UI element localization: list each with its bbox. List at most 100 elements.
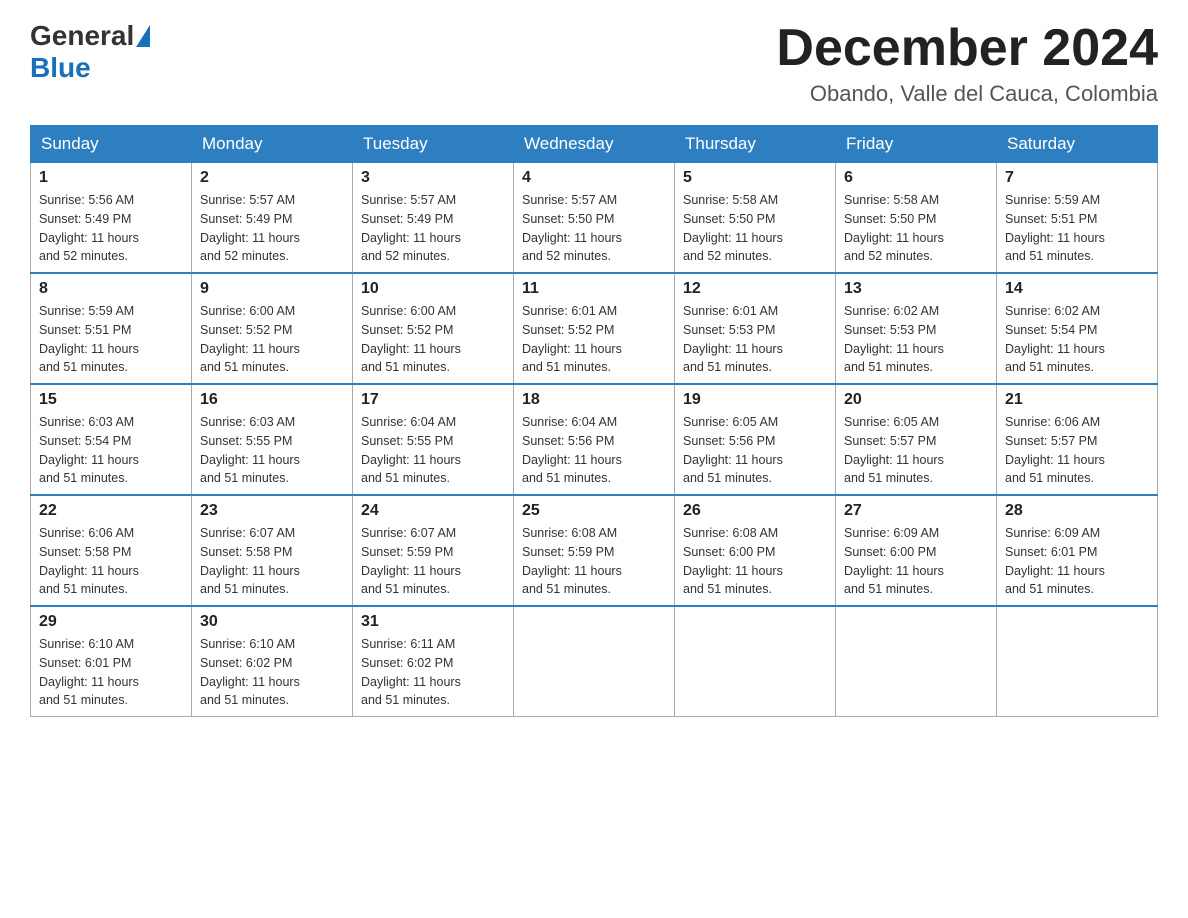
day-number: 11 (522, 280, 666, 298)
day-info: Sunrise: 5:59 AM Sunset: 5:51 PM Dayligh… (1005, 191, 1149, 266)
day-info: Sunrise: 6:01 AM Sunset: 5:53 PM Dayligh… (683, 302, 827, 377)
day-info: Sunrise: 6:06 AM Sunset: 5:58 PM Dayligh… (39, 524, 183, 599)
calendar-cell: 5 Sunrise: 5:58 AM Sunset: 5:50 PM Dayli… (675, 163, 836, 274)
logo-blue-text: Blue (30, 52, 91, 83)
title-section: December 2024 Obando, Valle del Cauca, C… (776, 20, 1158, 107)
day-number: 22 (39, 502, 183, 520)
day-number: 4 (522, 169, 666, 187)
calendar-cell: 26 Sunrise: 6:08 AM Sunset: 6:00 PM Dayl… (675, 495, 836, 606)
day-info: Sunrise: 6:04 AM Sunset: 5:55 PM Dayligh… (361, 413, 505, 488)
day-number: 13 (844, 280, 988, 298)
day-number: 17 (361, 391, 505, 409)
day-number: 9 (200, 280, 344, 298)
col-wednesday: Wednesday (514, 126, 675, 163)
day-number: 25 (522, 502, 666, 520)
calendar-cell: 3 Sunrise: 5:57 AM Sunset: 5:49 PM Dayli… (353, 163, 514, 274)
day-info: Sunrise: 6:09 AM Sunset: 6:00 PM Dayligh… (844, 524, 988, 599)
calendar-cell: 8 Sunrise: 5:59 AM Sunset: 5:51 PM Dayli… (31, 273, 192, 384)
day-number: 24 (361, 502, 505, 520)
day-info: Sunrise: 5:59 AM Sunset: 5:51 PM Dayligh… (39, 302, 183, 377)
calendar-cell: 13 Sunrise: 6:02 AM Sunset: 5:53 PM Dayl… (836, 273, 997, 384)
calendar-cell: 27 Sunrise: 6:09 AM Sunset: 6:00 PM Dayl… (836, 495, 997, 606)
calendar-header: Sunday Monday Tuesday Wednesday Thursday… (31, 126, 1158, 163)
day-number: 14 (1005, 280, 1149, 298)
col-sunday: Sunday (31, 126, 192, 163)
day-info: Sunrise: 6:08 AM Sunset: 6:00 PM Dayligh… (683, 524, 827, 599)
day-info: Sunrise: 6:07 AM Sunset: 5:59 PM Dayligh… (361, 524, 505, 599)
day-info: Sunrise: 6:03 AM Sunset: 5:55 PM Dayligh… (200, 413, 344, 488)
day-info: Sunrise: 5:58 AM Sunset: 5:50 PM Dayligh… (683, 191, 827, 266)
calendar-cell: 23 Sunrise: 6:07 AM Sunset: 5:58 PM Dayl… (192, 495, 353, 606)
col-tuesday: Tuesday (353, 126, 514, 163)
calendar-cell: 24 Sunrise: 6:07 AM Sunset: 5:59 PM Dayl… (353, 495, 514, 606)
month-title: December 2024 (776, 20, 1158, 77)
col-friday: Friday (836, 126, 997, 163)
calendar-cell: 2 Sunrise: 5:57 AM Sunset: 5:49 PM Dayli… (192, 163, 353, 274)
day-info: Sunrise: 6:02 AM Sunset: 5:53 PM Dayligh… (844, 302, 988, 377)
calendar-week-2: 8 Sunrise: 5:59 AM Sunset: 5:51 PM Dayli… (31, 273, 1158, 384)
page-header: General Blue December 2024 Obando, Valle… (30, 20, 1158, 107)
calendar-cell: 30 Sunrise: 6:10 AM Sunset: 6:02 PM Dayl… (192, 606, 353, 717)
day-number: 18 (522, 391, 666, 409)
day-number: 19 (683, 391, 827, 409)
day-number: 29 (39, 613, 183, 631)
day-info: Sunrise: 5:57 AM Sunset: 5:49 PM Dayligh… (200, 191, 344, 266)
col-saturday: Saturday (997, 126, 1158, 163)
calendar-cell: 4 Sunrise: 5:57 AM Sunset: 5:50 PM Dayli… (514, 163, 675, 274)
calendar-cell: 29 Sunrise: 6:10 AM Sunset: 6:01 PM Dayl… (31, 606, 192, 717)
day-info: Sunrise: 6:09 AM Sunset: 6:01 PM Dayligh… (1005, 524, 1149, 599)
day-number: 15 (39, 391, 183, 409)
day-number: 23 (200, 502, 344, 520)
day-number: 1 (39, 169, 183, 187)
header-row: Sunday Monday Tuesday Wednesday Thursday… (31, 126, 1158, 163)
day-info: Sunrise: 6:00 AM Sunset: 5:52 PM Dayligh… (361, 302, 505, 377)
calendar-cell: 6 Sunrise: 5:58 AM Sunset: 5:50 PM Dayli… (836, 163, 997, 274)
day-number: 27 (844, 502, 988, 520)
calendar-week-3: 15 Sunrise: 6:03 AM Sunset: 5:54 PM Dayl… (31, 384, 1158, 495)
calendar-cell: 7 Sunrise: 5:59 AM Sunset: 5:51 PM Dayli… (997, 163, 1158, 274)
day-info: Sunrise: 6:00 AM Sunset: 5:52 PM Dayligh… (200, 302, 344, 377)
day-info: Sunrise: 6:10 AM Sunset: 6:02 PM Dayligh… (200, 635, 344, 710)
calendar-cell: 11 Sunrise: 6:01 AM Sunset: 5:52 PM Dayl… (514, 273, 675, 384)
logo: General Blue (30, 20, 152, 84)
day-info: Sunrise: 6:06 AM Sunset: 5:57 PM Dayligh… (1005, 413, 1149, 488)
day-info: Sunrise: 6:10 AM Sunset: 6:01 PM Dayligh… (39, 635, 183, 710)
day-number: 21 (1005, 391, 1149, 409)
day-number: 16 (200, 391, 344, 409)
day-number: 30 (200, 613, 344, 631)
day-info: Sunrise: 6:05 AM Sunset: 5:56 PM Dayligh… (683, 413, 827, 488)
calendar-cell: 17 Sunrise: 6:04 AM Sunset: 5:55 PM Dayl… (353, 384, 514, 495)
day-info: Sunrise: 6:02 AM Sunset: 5:54 PM Dayligh… (1005, 302, 1149, 377)
day-number: 31 (361, 613, 505, 631)
day-info: Sunrise: 5:57 AM Sunset: 5:49 PM Dayligh… (361, 191, 505, 266)
calendar-cell: 10 Sunrise: 6:00 AM Sunset: 5:52 PM Dayl… (353, 273, 514, 384)
day-number: 10 (361, 280, 505, 298)
calendar-body: 1 Sunrise: 5:56 AM Sunset: 5:49 PM Dayli… (31, 163, 1158, 717)
calendar-week-1: 1 Sunrise: 5:56 AM Sunset: 5:49 PM Dayli… (31, 163, 1158, 274)
location-text: Obando, Valle del Cauca, Colombia (776, 81, 1158, 107)
day-info: Sunrise: 6:05 AM Sunset: 5:57 PM Dayligh… (844, 413, 988, 488)
col-monday: Monday (192, 126, 353, 163)
calendar-cell: 9 Sunrise: 6:00 AM Sunset: 5:52 PM Dayli… (192, 273, 353, 384)
calendar-cell (836, 606, 997, 717)
calendar-cell: 25 Sunrise: 6:08 AM Sunset: 5:59 PM Dayl… (514, 495, 675, 606)
day-info: Sunrise: 6:08 AM Sunset: 5:59 PM Dayligh… (522, 524, 666, 599)
day-info: Sunrise: 5:57 AM Sunset: 5:50 PM Dayligh… (522, 191, 666, 266)
calendar-table: Sunday Monday Tuesday Wednesday Thursday… (30, 125, 1158, 717)
day-number: 7 (1005, 169, 1149, 187)
calendar-cell: 19 Sunrise: 6:05 AM Sunset: 5:56 PM Dayl… (675, 384, 836, 495)
calendar-cell: 18 Sunrise: 6:04 AM Sunset: 5:56 PM Dayl… (514, 384, 675, 495)
day-info: Sunrise: 6:11 AM Sunset: 6:02 PM Dayligh… (361, 635, 505, 710)
calendar-cell: 12 Sunrise: 6:01 AM Sunset: 5:53 PM Dayl… (675, 273, 836, 384)
day-info: Sunrise: 6:03 AM Sunset: 5:54 PM Dayligh… (39, 413, 183, 488)
calendar-cell: 28 Sunrise: 6:09 AM Sunset: 6:01 PM Dayl… (997, 495, 1158, 606)
calendar-cell: 21 Sunrise: 6:06 AM Sunset: 5:57 PM Dayl… (997, 384, 1158, 495)
calendar-cell (675, 606, 836, 717)
logo-triangle-icon (136, 25, 150, 47)
calendar-cell (514, 606, 675, 717)
calendar-cell: 1 Sunrise: 5:56 AM Sunset: 5:49 PM Dayli… (31, 163, 192, 274)
day-number: 2 (200, 169, 344, 187)
day-number: 12 (683, 280, 827, 298)
day-info: Sunrise: 5:58 AM Sunset: 5:50 PM Dayligh… (844, 191, 988, 266)
calendar-week-4: 22 Sunrise: 6:06 AM Sunset: 5:58 PM Dayl… (31, 495, 1158, 606)
